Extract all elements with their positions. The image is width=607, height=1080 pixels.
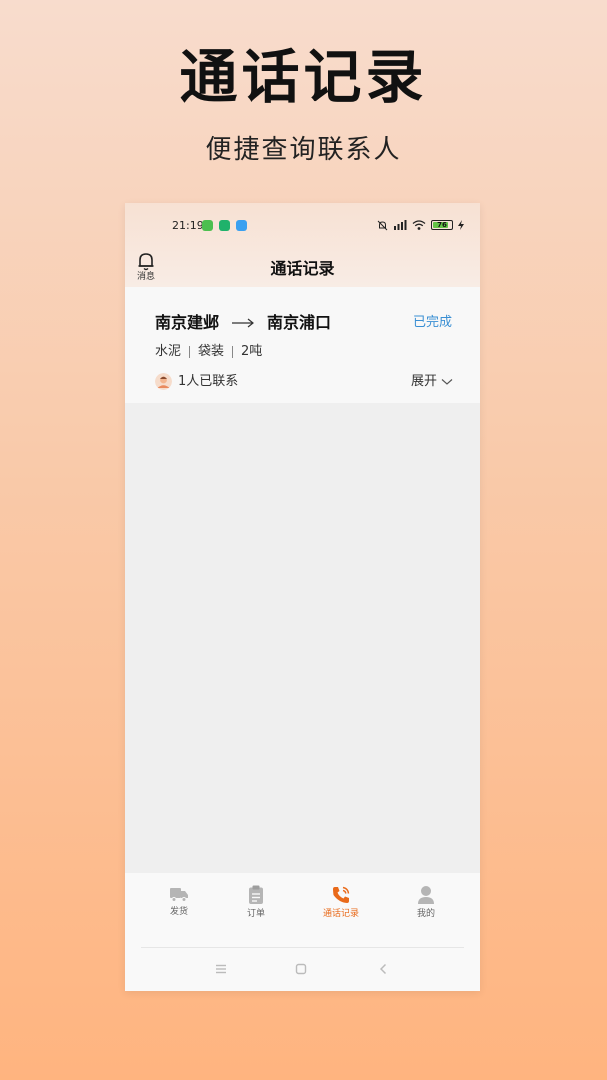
page-title: 通话记录 — [270, 259, 335, 278]
status-badge: 已完成 — [412, 315, 452, 330]
tab-orders-label: 订单 — [246, 909, 265, 919]
phone-screenshot: 21:19 76 消息 通话记录 南京建邺 南京浦口 已完成 水泥 袋装 2吨 … — [125, 203, 480, 991]
route-arrow-icon — [219, 318, 267, 328]
tab-shipping-label: 发货 — [169, 907, 188, 917]
contact-summary: 1人已联系 — [155, 373, 238, 390]
back-chevron-icon — [379, 963, 387, 975]
status-bar: 21:19 76 — [125, 203, 480, 247]
truck-icon — [170, 888, 188, 902]
phone-icon — [333, 886, 350, 903]
origin-city: 南京建邺 — [155, 313, 220, 332]
app-notification-icon — [219, 220, 230, 231]
tab-call-records-label: 通话记录 — [322, 909, 359, 919]
wechat-notification-icon — [202, 220, 213, 231]
system-home-button[interactable] — [294, 962, 308, 976]
system-back-button[interactable] — [376, 962, 390, 976]
expand-button[interactable]: 展开 — [411, 374, 453, 390]
clipboard-icon — [249, 885, 263, 904]
spec-divider — [189, 346, 191, 358]
promo-subtitle: 便捷查询联系人 — [205, 135, 402, 165]
cargo-type: 水泥 — [155, 344, 182, 359]
tab-call-records[interactable]: 通话记录 — [311, 885, 371, 929]
call-record-card[interactable]: 南京建邺 南京浦口 已完成 水泥 袋装 2吨 1人已联系 展开 — [125, 287, 480, 403]
message-notification-icon — [236, 220, 247, 231]
contacted-count: 1人已联系 — [178, 373, 239, 389]
tab-shipping[interactable]: 发货 — [149, 885, 209, 929]
destination-city: 南京浦口 — [267, 313, 332, 332]
mute-bell-icon — [377, 220, 388, 230]
wifi-icon — [412, 220, 426, 230]
promo-title: 通话记录 — [179, 43, 428, 111]
user-icon — [418, 886, 434, 904]
status-time: 21:19 — [172, 219, 204, 232]
tab-profile[interactable]: 我的 — [396, 885, 456, 929]
bottom-tab-bar: 发货 订单 通话记录 我的 — [125, 873, 480, 991]
expand-label: 展开 — [410, 374, 437, 389]
menu-icon — [216, 964, 226, 974]
charging-icon — [458, 220, 464, 230]
status-indicators: 76 — [377, 218, 464, 232]
signal-icon — [394, 220, 407, 230]
chevron-down-icon — [441, 379, 453, 385]
home-square-icon — [295, 963, 307, 975]
divider — [141, 947, 464, 948]
cargo-packaging: 袋装 — [198, 344, 225, 359]
cargo-specs: 水泥 袋装 2吨 — [155, 344, 262, 360]
system-menu-button[interactable] — [214, 962, 228, 976]
route: 南京建邺 南京浦口 — [155, 313, 331, 333]
spec-divider — [232, 346, 234, 358]
tab-profile-label: 我的 — [416, 909, 435, 919]
tab-orders[interactable]: 订单 — [226, 885, 286, 929]
avatar — [155, 373, 172, 390]
cargo-weight: 2吨 — [241, 344, 263, 359]
battery-percentage: 76 — [437, 221, 447, 229]
battery-icon: 76 — [431, 220, 453, 230]
